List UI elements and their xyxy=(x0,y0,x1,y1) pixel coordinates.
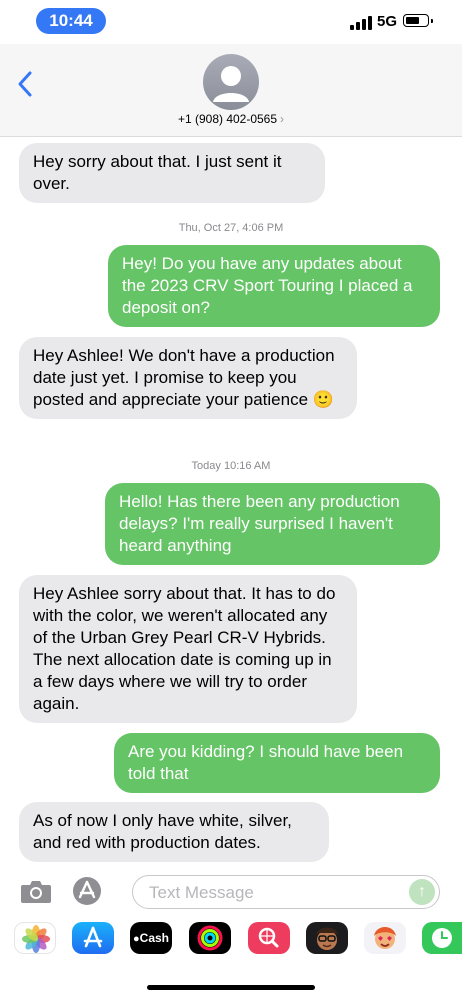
network-label: 5G xyxy=(377,13,398,30)
message-bubble-outgoing[interactable]: Hello! Has there been any production del… xyxy=(105,483,440,565)
compose-bar: ↑ xyxy=(0,866,462,916)
contact-name[interactable]: +1 (908) 402-0565 › xyxy=(0,112,462,126)
contact-avatar[interactable] xyxy=(203,54,259,110)
conversation-header: +1 (908) 402-0565 › xyxy=(0,44,462,137)
message-bubble-outgoing[interactable]: Are you kidding? I should have been told… xyxy=(114,733,440,793)
memoji-icon[interactable] xyxy=(306,922,348,954)
message-input[interactable] xyxy=(147,876,401,910)
message-bubble-outgoing[interactable]: Hey! Do you have any updates about the 2… xyxy=(108,245,440,327)
status-bar: 10:44 5G xyxy=(0,0,462,44)
status-time[interactable]: 10:44 xyxy=(36,8,106,34)
app-store-button-icon[interactable] xyxy=(72,876,102,906)
message-bubble-incoming[interactable]: Hey sorry about that. I just sent it ove… xyxy=(19,143,325,203)
camera-icon[interactable] xyxy=(20,878,52,904)
message-bubble-incoming[interactable]: Hey Ashlee sorry about that. It has to d… xyxy=(19,575,357,723)
timestamp: Today 10:16 AM xyxy=(191,460,271,472)
photos-icon[interactable] xyxy=(14,922,56,954)
clock-icon[interactable] xyxy=(422,922,462,954)
person-icon xyxy=(213,66,249,102)
apple-logo-icon: ● xyxy=(133,933,140,945)
activity-rings-icon[interactable] xyxy=(189,922,231,954)
app-store-icon[interactable] xyxy=(72,922,114,954)
send-arrow-icon[interactable]: ↑ xyxy=(409,879,435,905)
message-bubble-incoming[interactable]: Hey Ashlee! We don't have a production d… xyxy=(19,337,357,419)
message-bubble-incoming[interactable]: As of now I only have white, silver, and… xyxy=(19,802,329,862)
apple-cash-icon[interactable]: ●Cash xyxy=(130,922,172,954)
chevron-right-icon: › xyxy=(280,112,285,126)
signal-icon xyxy=(350,16,372,30)
web-search-icon[interactable] xyxy=(248,922,290,954)
battery-icon xyxy=(403,14,433,27)
message-input-field[interactable]: ↑ xyxy=(132,875,440,910)
message-thread[interactable]: Hey sorry about that. I just sent it ove… xyxy=(0,137,462,862)
timestamp: Thu, Oct 27, 4:06 PM xyxy=(178,222,284,234)
home-indicator[interactable] xyxy=(147,985,315,990)
memoji-stickers-icon[interactable] xyxy=(364,922,406,954)
back-chevron-icon[interactable] xyxy=(14,66,38,102)
